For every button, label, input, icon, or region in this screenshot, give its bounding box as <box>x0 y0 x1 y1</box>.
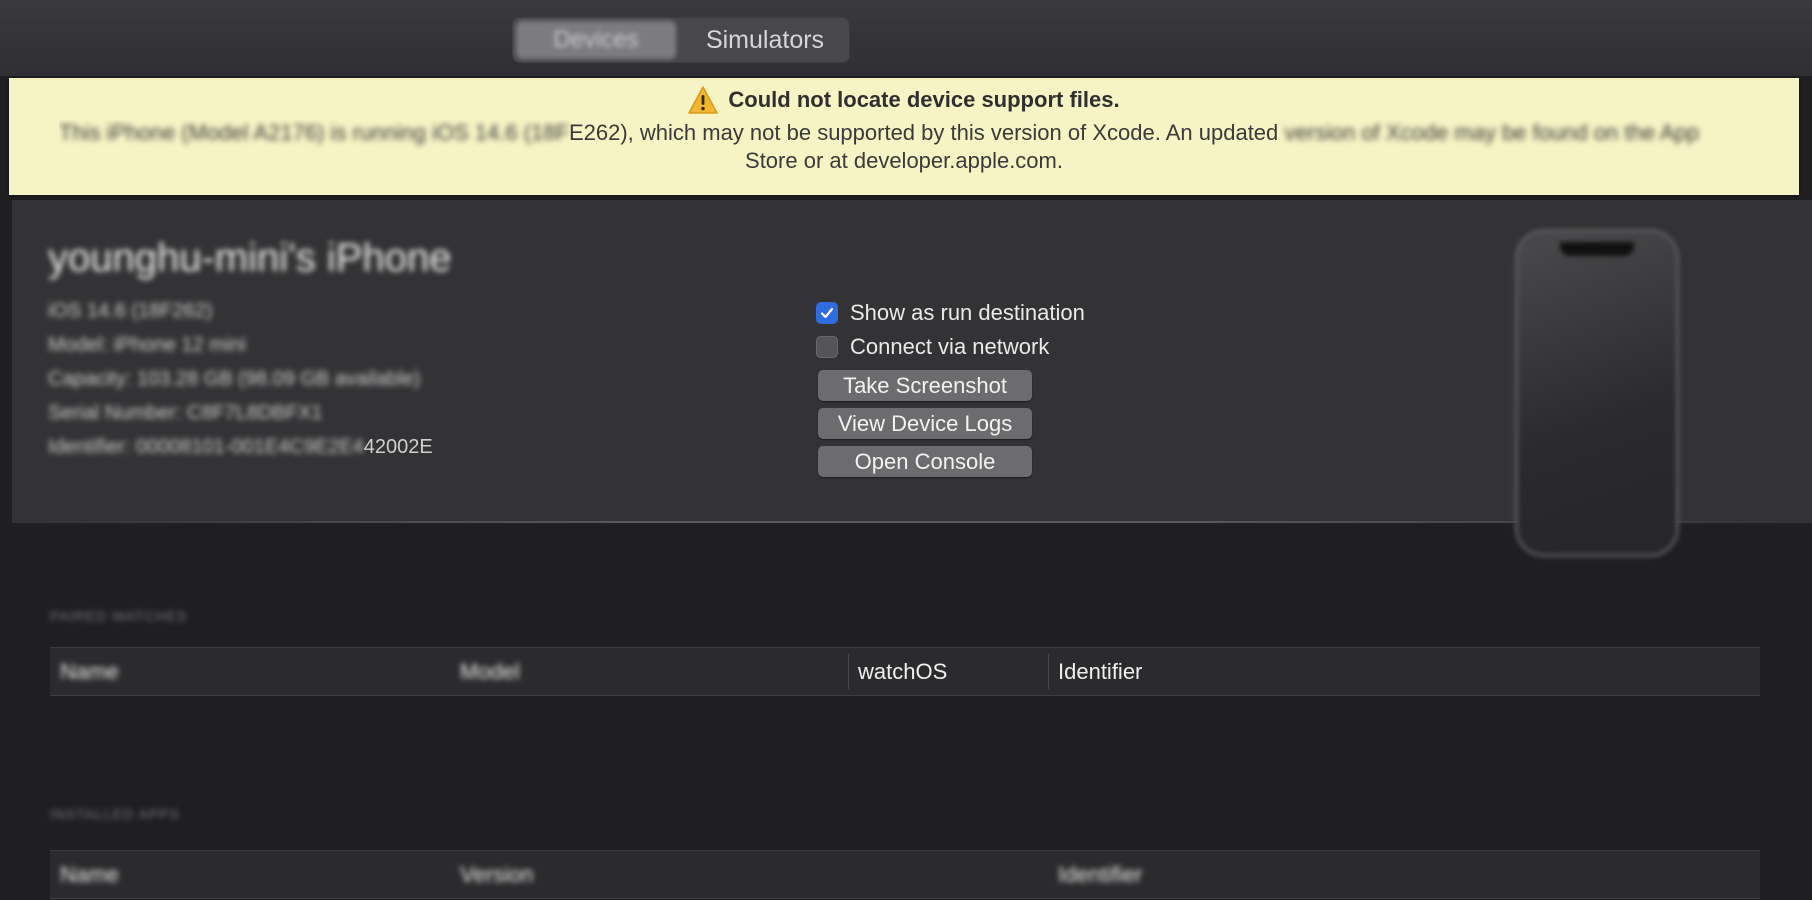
connect-via-network-option[interactable]: Connect via network <box>816 334 1049 360</box>
device-identifier: Identifier: 00008101-001E4C9E2E442002E <box>48 436 433 459</box>
device-ios-version: iOS 14.6 (18F262) <box>48 300 213 322</box>
connect-via-network-label: Connect via network <box>850 334 1050 359</box>
banner-title: Could not locate device support files. <box>728 87 1120 112</box>
phone-notch <box>1560 242 1634 256</box>
paired-watches-section-label: PAIRED WATCHES <box>50 608 188 624</box>
device-name: younghu-mini's iPhone <box>48 236 452 280</box>
device-identifier-blurred: Identifier: 00008101-001E4C9E2E4 <box>48 436 364 458</box>
banner-message-visible: E262), which may not be supported by thi… <box>568 120 1279 145</box>
connect-via-network-checkbox[interactable] <box>816 336 838 358</box>
warning-icon <box>688 86 719 114</box>
tab-devices[interactable]: Devices <box>516 21 676 59</box>
show-as-run-destination-checkbox[interactable] <box>816 302 838 324</box>
device-capacity: Capacity: 103.28 GB (98.09 GB available) <box>48 368 421 390</box>
show-as-run-destination-option[interactable]: Show as run destination <box>816 300 1085 326</box>
banner-message-line-1: This iPhone (Model A2176) is running iOS… <box>59 120 1759 150</box>
checkmark-icon <box>820 307 834 319</box>
tab-simulators[interactable]: Simulators <box>684 21 846 59</box>
banner-message-blurred-start: This iPhone (Model A2176) is running iOS… <box>59 120 569 145</box>
column-header-name[interactable]: Name <box>60 648 119 695</box>
column-header-watchos[interactable]: watchOS <box>858 648 947 695</box>
column-header-identifier[interactable]: Identifier <box>1058 648 1142 695</box>
device-serial-number: Serial Number: C8F7L8DBFX1 <box>48 402 323 424</box>
banner-message-blurred-end: version of Xcode may be found on the App <box>1284 120 1700 145</box>
devices-simulators-segmented-control: Devices Simulators <box>512 17 850 63</box>
toolbar: Devices Simulators <box>0 0 1812 76</box>
take-screenshot-button[interactable]: Take Screenshot <box>818 370 1032 401</box>
device-model: Model: iPhone 12 mini <box>48 334 246 356</box>
column-header-version[interactable]: Version <box>460 851 533 898</box>
show-as-run-destination-label: Show as run destination <box>850 300 1085 325</box>
column-header-name[interactable]: Name <box>60 851 119 898</box>
view-device-logs-button[interactable]: View Device Logs <box>818 408 1032 439</box>
column-header-model[interactable]: Model <box>460 648 520 695</box>
open-console-button[interactable]: Open Console <box>818 446 1032 477</box>
banner-title-row: Could not locate device support files. <box>9 86 1799 114</box>
banner-message-line-2: Store or at developer.apple.com. <box>745 148 1063 173</box>
column-separator <box>848 654 849 689</box>
warning-banner: Could not locate device support files. T… <box>9 78 1799 195</box>
device-identifier-visible: 42002E <box>363 436 433 458</box>
device-image <box>1518 232 1676 554</box>
installed-apps-table-header: Name Version Identifier <box>50 850 1760 899</box>
installed-apps-section-label: INSTALLED APPS <box>50 806 180 822</box>
column-header-identifier[interactable]: Identifier <box>1058 851 1142 898</box>
column-separator <box>1048 654 1049 689</box>
paired-watches-table-header: Name Model watchOS Identifier <box>50 647 1760 696</box>
